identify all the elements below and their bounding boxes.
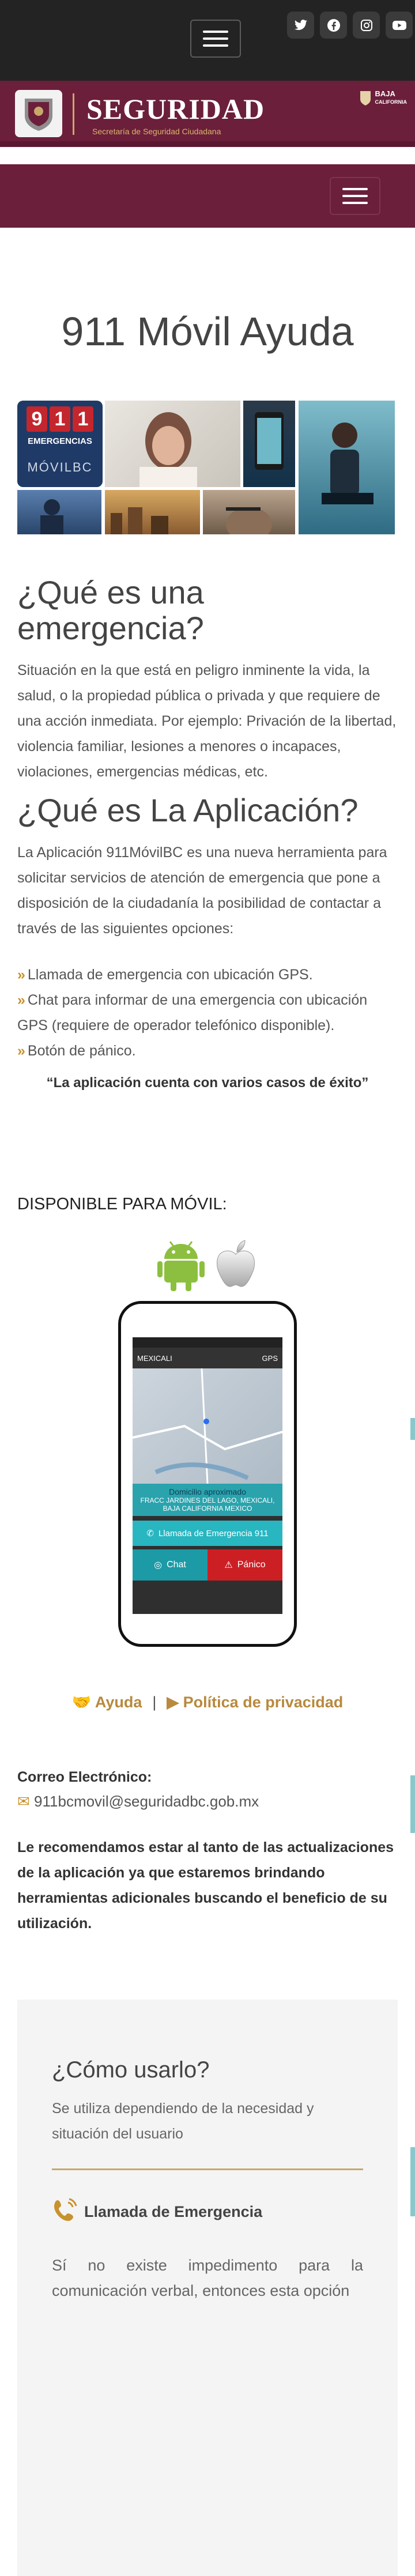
link-separator: | xyxy=(152,1693,157,1711)
double-chevron-icon: » xyxy=(17,1043,25,1059)
list-item: » Botón de pánico. xyxy=(17,1043,136,1059)
city-photo xyxy=(105,490,200,534)
hero-collage: 9 1 1 EMERGENCIAS MÓVILBC xyxy=(17,401,395,534)
app-screen: MEXICALI GPS Domicilio aproximado FRACC … xyxy=(133,1337,282,1614)
how-to-use-panel: ¿Cómo usarlo? Se utiliza dependiendo de … xyxy=(17,2000,398,2576)
help-link[interactable]: 🤝 Ayuda xyxy=(72,1693,142,1711)
phone-status-bar xyxy=(133,1337,282,1348)
instagram-icon[interactable] xyxy=(353,12,380,39)
baja-california-logo[interactable]: BAJA CALIFORNIA xyxy=(359,89,408,106)
app-phone-mockup: MEXICALI GPS Domicilio aproximado FRACC … xyxy=(118,1301,297,1647)
list-item: » Chat para informar de una emergencia co… xyxy=(17,992,368,1034)
911-movil-logo-tile: 9 1 1 EMERGENCIAS MÓVILBC xyxy=(17,401,103,487)
side-scroll-tab[interactable] xyxy=(410,1418,415,1440)
chat-icon: ◎ xyxy=(154,1560,163,1570)
email-row: ✉ 911bcmovil@seguridadbc.gob.mx xyxy=(17,1793,398,1811)
video-icon: ▶ xyxy=(167,1693,179,1711)
what-is-emergency-heading: ¿Qué es una emergencia? xyxy=(17,574,204,646)
envelope-icon: ✉ xyxy=(17,1793,30,1810)
police-photo xyxy=(17,490,101,534)
movilbc-label: MÓVILBC xyxy=(27,460,93,474)
phone-photo xyxy=(243,401,295,487)
side-scroll-tab[interactable] xyxy=(410,2147,415,2216)
headset-photo xyxy=(203,490,295,534)
facebook-icon[interactable] xyxy=(320,12,347,39)
main-menu-toggle-button[interactable] xyxy=(330,177,380,215)
email-label: Correo Electrónico: xyxy=(17,1769,152,1785)
bc-logo-line1: BAJA xyxy=(375,89,395,98)
phone-ringing-icon xyxy=(52,2197,78,2227)
brand-title: SEGURIDAD xyxy=(86,93,265,125)
app-topbar: MEXICALI GPS xyxy=(133,1348,282,1368)
app-map[interactable] xyxy=(133,1368,282,1484)
brand-divider xyxy=(73,93,74,135)
gold-divider xyxy=(52,2168,363,2170)
app-city-label: MEXICALI xyxy=(137,1353,172,1363)
handshake-icon: 🤝 xyxy=(71,1694,92,1711)
digit-1a: 1 xyxy=(50,406,70,432)
top-bar xyxy=(0,0,415,81)
what-is-app-text: La Aplicación 911MóvilBC es una nueva he… xyxy=(17,844,387,937)
email-link[interactable]: 911bcmovil@seguridadbc.gob.mx xyxy=(34,1793,259,1810)
emergency-call-item-text: Sí no existe impedimento para la comunic… xyxy=(52,2257,363,2299)
side-scroll-tab[interactable] xyxy=(410,1775,415,1833)
double-chevron-icon: » xyxy=(17,992,25,1008)
top-menu-toggle-button[interactable] xyxy=(190,20,241,58)
privacy-policy-link[interactable]: ▶ Política de privacidad xyxy=(167,1694,343,1711)
how-to-use-intro: Se utiliza dependiendo de la necesidad y… xyxy=(52,2100,314,2142)
app-options-list: » Llamada de emergencia con ubicación GPS… xyxy=(17,962,398,1063)
state-seal-logo[interactable] xyxy=(15,90,62,137)
android-icon[interactable] xyxy=(156,1237,206,1295)
what-is-emergency-text: Situación en la que está en peligro inmi… xyxy=(17,662,397,780)
app-address-label: Domicilio aproximado xyxy=(169,1487,246,1496)
available-label: DISPONIBLE PARA MÓVIL: xyxy=(17,1195,227,1213)
page-title: 911 Móvil Ayuda xyxy=(61,309,354,354)
os-icons xyxy=(0,1237,415,1295)
digit-9: 9 xyxy=(27,406,47,432)
success-quote: “La aplicación cuenta con varios casos d… xyxy=(46,1075,369,1091)
brand-subtitle: Secretaría de Seguridad Ciudadana xyxy=(92,127,221,136)
double-chevron-icon: » xyxy=(17,967,25,983)
digit-1b: 1 xyxy=(73,406,93,432)
app-address-text: FRACC JARDINES DEL LAGO, MEXICALI, BAJA … xyxy=(140,1496,275,1513)
brand-header: SEGURIDAD Secretaría de Seguridad Ciudad… xyxy=(0,81,415,147)
woman-phone-photo xyxy=(299,401,395,534)
youtube-icon[interactable] xyxy=(386,12,413,39)
warning-icon: ⚠ xyxy=(224,1560,233,1570)
footer-links: 🤝 Ayuda | ▶ Política de privacidad xyxy=(0,1693,415,1711)
updates-recommendation: Le recomendamos estar al tanto de las ac… xyxy=(17,1839,394,1932)
bc-logo-line2: CALIFORNIA xyxy=(375,99,408,105)
how-to-use-heading: ¿Cómo usarlo? xyxy=(52,2057,210,2083)
app-gps-label: GPS xyxy=(262,1353,278,1363)
emergency-call-item-title: Llamada de Emergencia xyxy=(52,2197,363,2227)
social-links xyxy=(287,12,413,39)
app-chat-button[interactable]: ◎ Chat xyxy=(133,1549,207,1581)
apple-icon[interactable] xyxy=(213,1237,259,1295)
list-item: » Llamada de emergencia con ubicación GPS… xyxy=(17,967,313,983)
app-emergency-call-button[interactable]: ✆ Llamada de Emergencia 911 xyxy=(133,1521,282,1546)
twitter-icon[interactable] xyxy=(287,12,314,39)
operator-photo xyxy=(105,401,240,487)
emergencias-label: EMERGENCIAS xyxy=(28,436,92,446)
phone-icon: ✆ xyxy=(146,1529,154,1538)
app-panic-button[interactable]: ⚠ Pánico xyxy=(207,1549,282,1581)
what-is-app-heading: ¿Qué es La Aplicación? xyxy=(17,792,359,828)
app-address-panel: Domicilio aproximado FRACC JARDINES DEL … xyxy=(133,1484,282,1516)
secondary-navbar xyxy=(0,164,415,228)
